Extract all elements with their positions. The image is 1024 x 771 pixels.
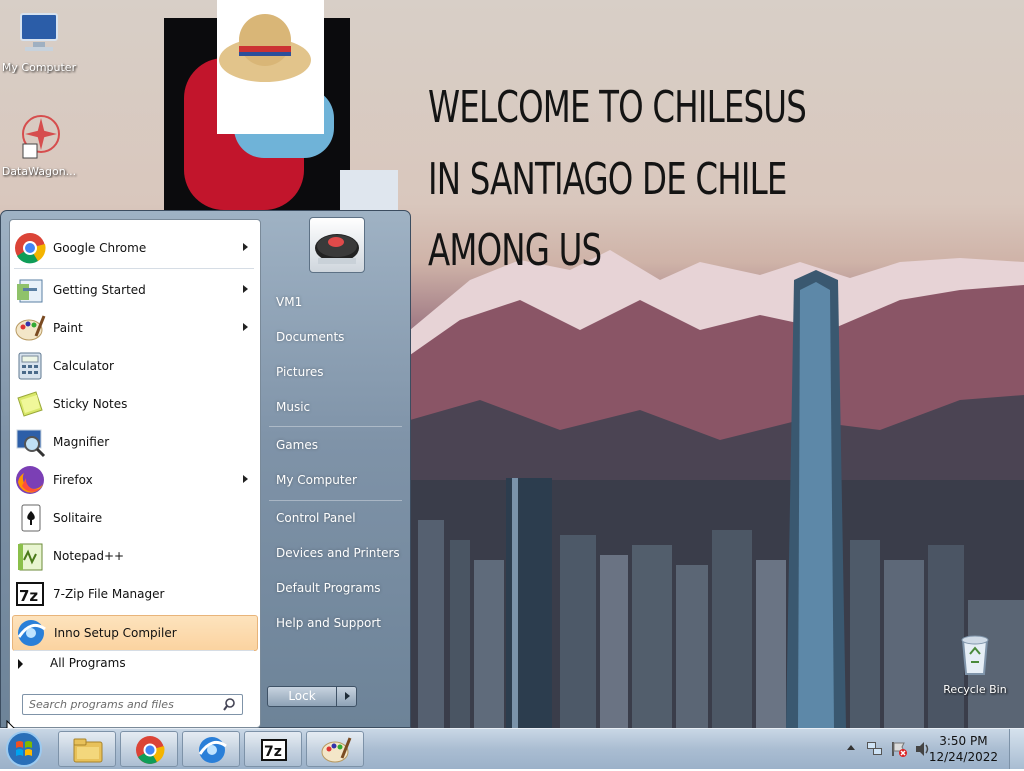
wallpaper-fragment xyxy=(340,170,398,210)
recycle-bin-icon xyxy=(961,635,989,675)
divider xyxy=(269,426,402,427)
start-item-label: Solitaire xyxy=(53,511,103,525)
straw-hat-image xyxy=(217,0,324,134)
start-item-label: Google Chrome xyxy=(53,241,147,255)
firefox-icon xyxy=(14,464,46,496)
start-right-games[interactable]: Games xyxy=(276,438,318,452)
inno-setup-icon xyxy=(15,617,47,649)
sticky-notes-icon xyxy=(14,388,46,420)
lock-button[interactable]: Lock xyxy=(267,686,337,707)
all-programs-label: All Programs xyxy=(50,656,126,670)
start-item-label: Firefox xyxy=(53,473,93,487)
network-icon[interactable] xyxy=(866,740,884,758)
divider xyxy=(14,650,254,651)
start-item-label: Getting Started xyxy=(53,283,146,297)
start-right-documents[interactable]: Documents xyxy=(276,330,344,344)
taskbar-explorer-button[interactable] xyxy=(58,731,116,767)
welcome-line-2: IN SANTIAGO DE CHILE xyxy=(428,154,787,205)
start-button[interactable] xyxy=(4,730,44,768)
start-item-label: Calculator xyxy=(53,359,114,373)
start-item-firefox[interactable]: Firefox xyxy=(12,462,258,498)
chrome-icon xyxy=(136,736,165,764)
getting-started-icon xyxy=(14,274,46,306)
taskbar-inno-setup-button[interactable] xyxy=(182,731,240,767)
start-item-label: Paint xyxy=(53,321,83,335)
paint-icon xyxy=(321,737,352,763)
datawagon-icon xyxy=(22,115,60,159)
windows-logo-icon xyxy=(6,731,42,767)
desktop-icon-label: My Computer xyxy=(1,61,77,74)
desktop-icon-datawagon[interactable]: DataWagon... xyxy=(0,112,78,178)
search-programs-input[interactable]: Search programs and files xyxy=(22,694,243,715)
desktop-icon-my-computer[interactable]: My Computer xyxy=(0,8,78,74)
submenu-arrow-icon[interactable] xyxy=(243,323,248,331)
start-item-paint[interactable]: Paint xyxy=(12,310,258,346)
start-right-default-programs[interactable]: Default Programs xyxy=(276,581,381,595)
start-right-vm1[interactable]: VM1 xyxy=(276,295,302,309)
system-clock[interactable]: 3:50 PM 12/24/2022 xyxy=(929,733,998,765)
desktop-icon-label: DataWagon... xyxy=(1,165,77,178)
divider xyxy=(269,500,402,501)
start-item-solitaire[interactable]: Solitaire xyxy=(12,500,258,536)
start-right-music[interactable]: Music xyxy=(276,400,310,414)
start-item-label: Inno Setup Compiler xyxy=(54,626,177,640)
submenu-arrow-icon[interactable] xyxy=(243,243,248,251)
show-hidden-icons-button[interactable] xyxy=(846,740,856,756)
submenu-arrow-icon[interactable] xyxy=(243,285,248,293)
search-placeholder: Search programs and files xyxy=(29,698,174,711)
start-item-7zip[interactable]: 7z 7-Zip File Manager xyxy=(12,576,258,612)
notepadpp-icon xyxy=(14,540,46,572)
start-item-sticky-notes[interactable]: Sticky Notes xyxy=(12,386,258,422)
desktop-icon-label: Recycle Bin xyxy=(943,683,1007,696)
computer-icon xyxy=(20,13,58,51)
magnifier-icon xyxy=(14,426,46,458)
start-item-inno-setup-compiler[interactable]: Inno Setup Compiler xyxy=(12,615,258,651)
start-item-google-chrome[interactable]: Google Chrome xyxy=(12,230,258,266)
start-right-pictures[interactable]: Pictures xyxy=(276,365,324,379)
calculator-icon xyxy=(14,350,46,382)
folder-icon xyxy=(73,738,103,763)
paint-icon xyxy=(14,312,46,344)
start-item-label: Notepad++ xyxy=(53,549,125,563)
user-picture[interactable] xyxy=(309,217,365,273)
start-item-label: Magnifier xyxy=(53,435,110,449)
all-programs-button[interactable]: All Programs xyxy=(18,656,126,670)
chrome-icon xyxy=(14,232,46,264)
action-center-icon[interactable] xyxy=(890,740,908,758)
start-menu: Google Chrome Getting Started Paint Calc… xyxy=(0,210,411,728)
welcome-line-1: WELCOME TO CHILESUS xyxy=(428,82,807,133)
start-item-magnifier[interactable]: Magnifier xyxy=(12,424,258,460)
svg-text:7z: 7z xyxy=(19,587,38,605)
clock-time: 3:50 PM xyxy=(939,734,988,748)
taskbar-paint-button[interactable] xyxy=(306,731,364,767)
start-item-getting-started[interactable]: Getting Started xyxy=(12,272,258,308)
solitaire-icon xyxy=(14,502,46,534)
expand-arrow-icon xyxy=(18,659,23,669)
taskbar: 7z 3:50 PM 12/24/2022 xyxy=(0,728,1024,769)
show-desktop-button[interactable] xyxy=(1009,729,1024,769)
shutdown-options-button[interactable] xyxy=(336,686,357,707)
7zip-icon: 7z xyxy=(261,739,287,761)
start-item-label: Sticky Notes xyxy=(53,397,128,411)
start-item-notepadpp[interactable]: Notepad++ xyxy=(12,538,258,574)
submenu-arrow-icon[interactable] xyxy=(243,475,248,483)
start-item-calculator[interactable]: Calculator xyxy=(12,348,258,384)
start-menu-programs-pane: Google Chrome Getting Started Paint Calc… xyxy=(9,219,261,728)
divider xyxy=(14,268,254,269)
taskbar-chrome-button[interactable] xyxy=(120,731,178,767)
search-icon[interactable] xyxy=(223,698,236,711)
start-right-control-panel[interactable]: Control Panel xyxy=(276,511,356,525)
inno-setup-icon xyxy=(198,737,227,763)
start-right-my-computer[interactable]: My Computer xyxy=(276,473,357,487)
start-right-help-and-support[interactable]: Help and Support xyxy=(276,616,381,630)
start-item-label: 7-Zip File Manager xyxy=(53,587,165,601)
taskbar-7zip-button[interactable]: 7z xyxy=(244,731,302,767)
7zip-icon: 7z xyxy=(14,578,46,610)
welcome-line-3: AMONG US xyxy=(428,225,602,276)
clock-date: 12/24/2022 xyxy=(928,750,998,764)
svg-text:7z: 7z xyxy=(264,744,282,760)
desktop-icon-recycle-bin[interactable]: Recycle Bin xyxy=(936,630,1014,696)
start-right-devices-and-printers[interactable]: Devices and Printers xyxy=(276,546,400,560)
